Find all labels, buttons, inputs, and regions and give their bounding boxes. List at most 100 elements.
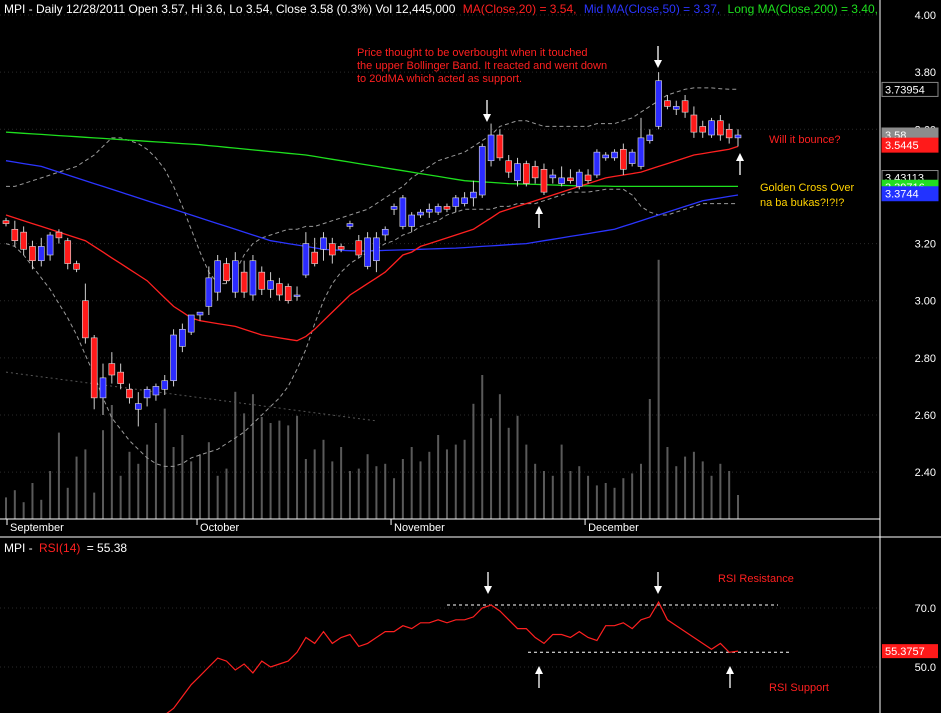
volume-bar	[737, 495, 739, 519]
rsi-support-note: RSI Support	[769, 682, 829, 694]
volume-bar	[331, 461, 334, 519]
candle-body	[426, 208, 433, 213]
candle-body	[417, 211, 424, 216]
rsi-header: MPI - RSI(14) = 55.38	[4, 541, 127, 555]
volume-bar	[490, 418, 493, 519]
candle-body	[664, 100, 671, 107]
volume-bar	[357, 468, 360, 519]
stock-chart: MPI - Daily 12/28/2011 Open 3.57, Hi 3.6…	[0, 0, 941, 713]
volume-bar	[304, 459, 307, 519]
volume-bar	[243, 413, 246, 519]
header-ma50: Mid MA(Close,50) = 3.37,	[584, 2, 720, 16]
candle-body	[232, 260, 239, 293]
candle-body	[487, 134, 495, 162]
volume-bar	[710, 475, 713, 519]
candle-body	[390, 206, 398, 210]
volume-bar	[595, 485, 598, 519]
volume-bar	[340, 447, 343, 519]
price-header: MPI - Daily 12/28/2011 Open 3.57, Hi 3.6…	[4, 2, 878, 16]
candle-body	[249, 260, 257, 296]
candle-body	[205, 277, 213, 307]
chart-background	[0, 0, 941, 713]
candle-body	[505, 160, 512, 173]
volume-bar	[49, 471, 52, 519]
candle-body	[725, 128, 733, 139]
price-tick-label: 2.80	[915, 353, 936, 365]
overbought-note-line: the upper Bollinger Band. It reacted and…	[357, 60, 607, 72]
volume-bar	[102, 430, 105, 519]
candle-body	[161, 380, 169, 390]
rsi-tick-label: 70.0	[915, 603, 936, 615]
candle-body	[108, 363, 116, 376]
candle-body	[240, 271, 248, 293]
candle-body	[655, 80, 662, 127]
candle-body	[611, 151, 618, 159]
volume-bar	[5, 497, 7, 519]
volume-bar	[692, 451, 695, 519]
candle-body	[531, 166, 539, 179]
volume-bar	[287, 425, 290, 519]
volume-bar	[454, 444, 457, 519]
candle-body	[637, 137, 645, 167]
volume-bar	[481, 375, 484, 519]
candle-body	[284, 286, 292, 302]
volume-bar	[40, 499, 43, 519]
candle-body	[672, 106, 680, 110]
price-badge-label: 3.73954	[885, 84, 925, 96]
volume-bar	[199, 454, 202, 519]
candle-body	[549, 174, 557, 179]
candle-body	[329, 243, 336, 256]
candle-body	[478, 146, 486, 196]
volume-bar	[604, 483, 607, 519]
candle-body	[584, 174, 592, 182]
rsi-header-symbol: MPI -	[4, 541, 33, 555]
candle-body	[126, 388, 133, 399]
candle-body	[223, 263, 230, 282]
candle-body	[337, 246, 345, 250]
volume-bar	[93, 492, 96, 519]
volume-bar	[119, 475, 122, 519]
volume-bar	[419, 461, 422, 519]
volume-bar	[560, 444, 563, 519]
volume-bar	[463, 439, 466, 519]
candle-body	[708, 120, 715, 136]
candle-body	[29, 246, 36, 262]
volume-bar	[428, 451, 431, 519]
candle-body	[734, 134, 742, 139]
volume-bar	[516, 415, 519, 519]
candle-body	[311, 251, 318, 264]
volume-bar	[172, 447, 175, 519]
price-badge-label: 3.5445	[885, 140, 919, 152]
price-tick-label: 2.40	[915, 467, 936, 479]
header-symbol: MPI - Daily 12/28/2011 Open 3.57, Hi 3.6…	[4, 2, 456, 16]
golden-cross-note-line: na ba bukas?!?!?	[760, 197, 844, 209]
candle-body	[355, 240, 363, 256]
header-ma200: Long MA(Close,200) = 3.40,	[728, 2, 878, 16]
volume-bar	[163, 408, 166, 519]
volume-bar	[657, 259, 660, 519]
candle-body	[73, 263, 80, 270]
volume-bar	[146, 444, 149, 519]
volume-bar	[57, 432, 60, 519]
volume-bar	[366, 454, 369, 519]
volume-bar	[22, 502, 25, 519]
candle-body	[320, 237, 327, 250]
candle-body	[470, 191, 477, 199]
candle-body	[558, 177, 565, 184]
volume-bar	[375, 466, 378, 519]
rsi-resistance-note: RSI Resistance	[718, 573, 794, 585]
overbought-note-line: to 20dMA which acted as support.	[357, 73, 522, 85]
rsi-header-label: RSI(14)	[39, 541, 80, 555]
volume-bar	[384, 463, 387, 519]
candle-body	[646, 134, 654, 142]
candle-body	[443, 206, 451, 210]
candle-body	[620, 148, 627, 170]
volume-bar	[551, 475, 554, 519]
candle-body	[575, 171, 583, 187]
candle-body	[461, 197, 468, 204]
volume-bar	[675, 466, 678, 519]
volume-bar	[701, 461, 704, 519]
candle-body	[152, 386, 160, 396]
candle-body	[434, 206, 442, 213]
volume-bar	[278, 420, 281, 519]
